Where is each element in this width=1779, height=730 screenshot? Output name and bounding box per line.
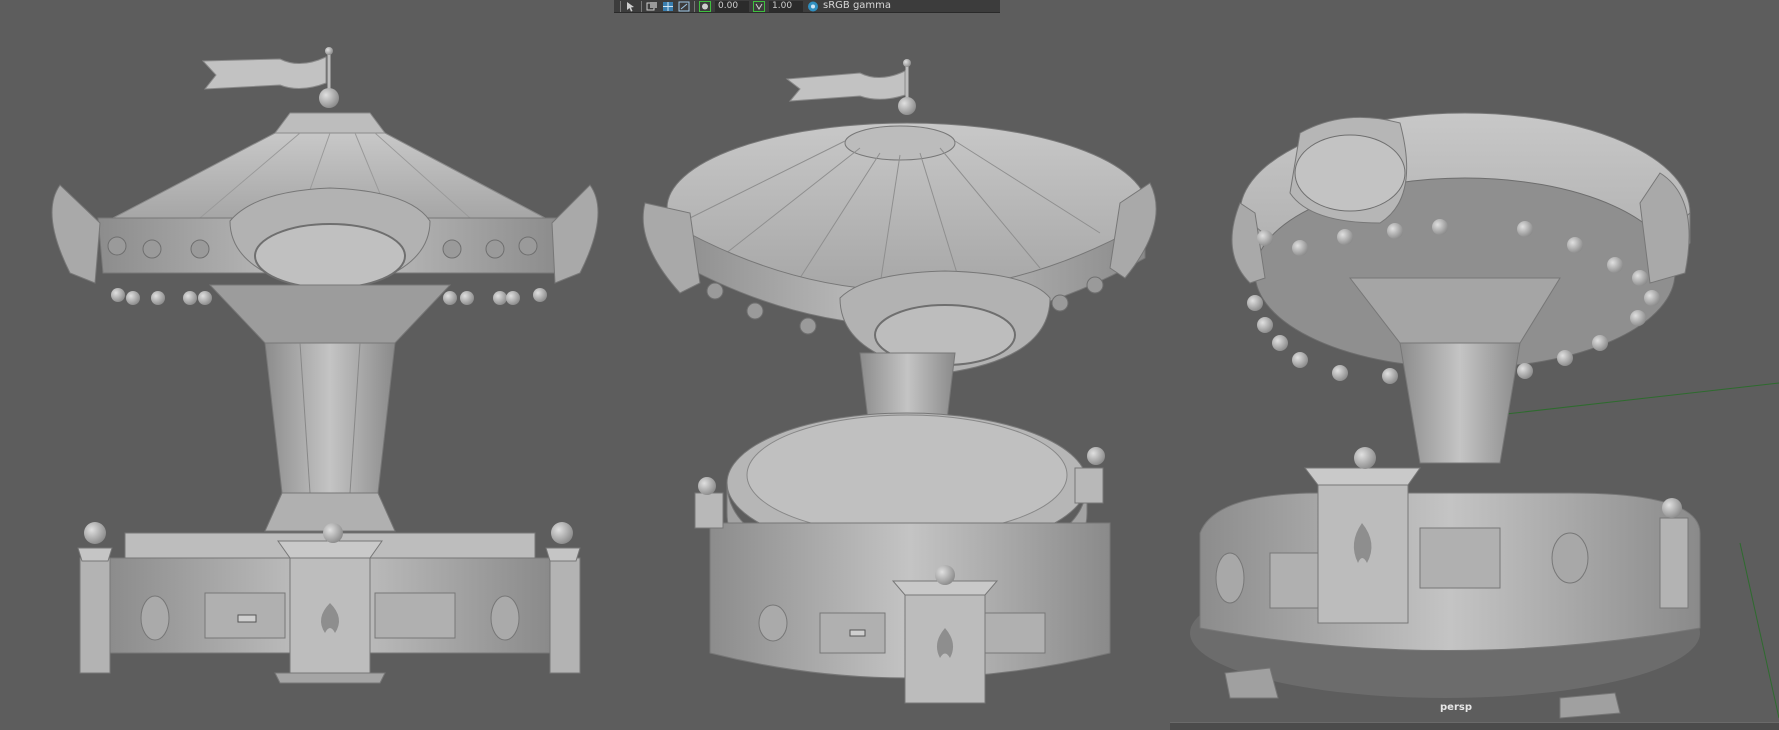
3d-viewport[interactable]: [0, 13, 1779, 729]
color-space-label[interactable]: sRGB gamma: [823, 0, 891, 12]
gamma-toggle-icon[interactable]: [753, 0, 765, 12]
color-space-icon[interactable]: [807, 1, 819, 12]
camera-icon[interactable]: [646, 1, 658, 12]
transform-icon[interactable]: [678, 1, 690, 12]
carousel-perspective-view[interactable]: [1190, 112, 1779, 719]
carousel-front-view[interactable]: [51, 47, 599, 684]
toolbar-separator: [694, 0, 695, 12]
select-tool-icon[interactable]: [625, 1, 637, 12]
exposure-toggle-icon[interactable]: [699, 0, 711, 12]
grid-icon[interactable]: [662, 1, 674, 12]
toolbar-separator: [641, 0, 642, 12]
exposure-field[interactable]: 0.00: [715, 0, 749, 12]
gamma-field[interactable]: 1.00: [769, 0, 803, 12]
viewport-panel-toolbar: 0.00 1.00 sRGB gamma: [614, 0, 1000, 13]
camera-label: persp: [1440, 702, 1472, 713]
carousel-three-quarter-view[interactable]: [642, 59, 1157, 704]
toolbar-separator: [620, 0, 621, 12]
